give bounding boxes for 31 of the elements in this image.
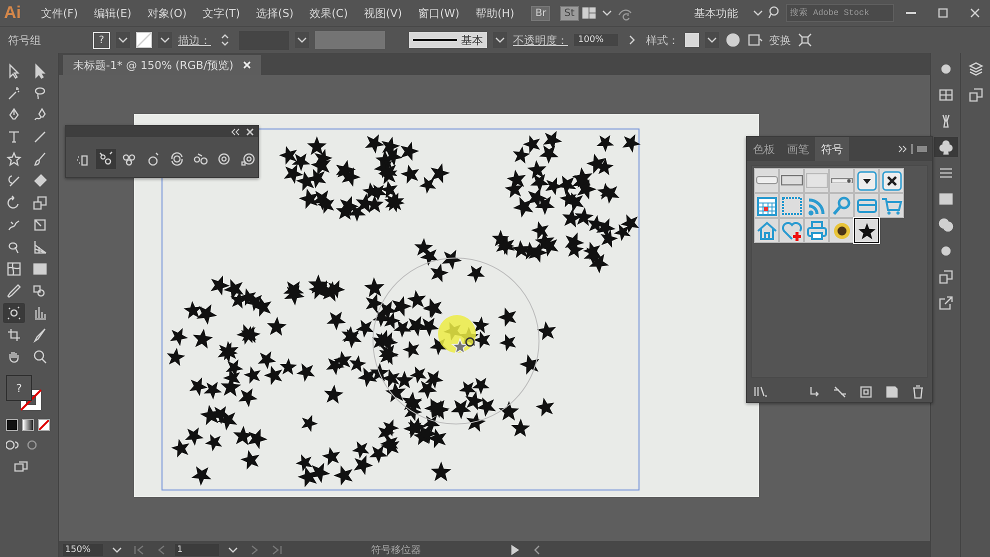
transform-link[interactable]: 变换 — [769, 32, 791, 48]
search-field[interactable]: 搜索 Adobe Stock — [786, 4, 894, 22]
page-field[interactable]: 1 — [175, 544, 219, 556]
menu-item[interactable]: 窗口(W) — [410, 4, 466, 22]
panel-tab[interactable]: 画笔 — [781, 137, 815, 161]
current-tool-label: 符号移位器 — [370, 544, 422, 556]
zoom-field[interactable]: 150% — [63, 544, 103, 556]
menu-item[interactable]: 视图(V) — [356, 4, 409, 22]
menu-item[interactable]: 编辑(E) — [86, 4, 138, 22]
style-label: 样式： — [646, 32, 679, 48]
menu-item[interactable]: 效果(C) — [302, 4, 355, 22]
fill-swatch[interactable]: ? — [93, 32, 110, 48]
opacity-field[interactable]: 100% — [574, 34, 618, 46]
selection-label: 符号组 — [8, 32, 41, 48]
document-tab[interactable]: 未标题-1* @ 150% (RGB/预览) — [63, 55, 262, 75]
menu-item[interactable]: 文件(F) — [34, 4, 85, 22]
menu-item[interactable]: 文字(T) — [196, 4, 248, 22]
app-badge[interactable]: St — [560, 6, 579, 20]
panel-tab[interactable]: 符号 — [815, 137, 849, 161]
app-badge[interactable]: Br — [531, 6, 550, 20]
menu-item[interactable]: 帮助(H) — [468, 4, 522, 22]
opacity-label[interactable]: 不透明度： — [513, 32, 568, 48]
panel-tab[interactable]: 色板 — [747, 137, 781, 161]
menu-item[interactable]: 选择(S) — [249, 4, 301, 22]
fill-swatch[interactable]: ? — [6, 375, 32, 401]
document-title: 未标题-1* @ 150% (RGB/预览) — [73, 58, 234, 72]
app-logo: Ai — [4, 3, 22, 23]
workspace-switcher[interactable]: 基本功能 — [694, 6, 738, 20]
stroke-label[interactable]: 描边： — [178, 32, 211, 48]
menu-item[interactable]: 对象(O) — [140, 4, 194, 22]
brush-profile-field[interactable]: 基本 — [409, 32, 487, 48]
